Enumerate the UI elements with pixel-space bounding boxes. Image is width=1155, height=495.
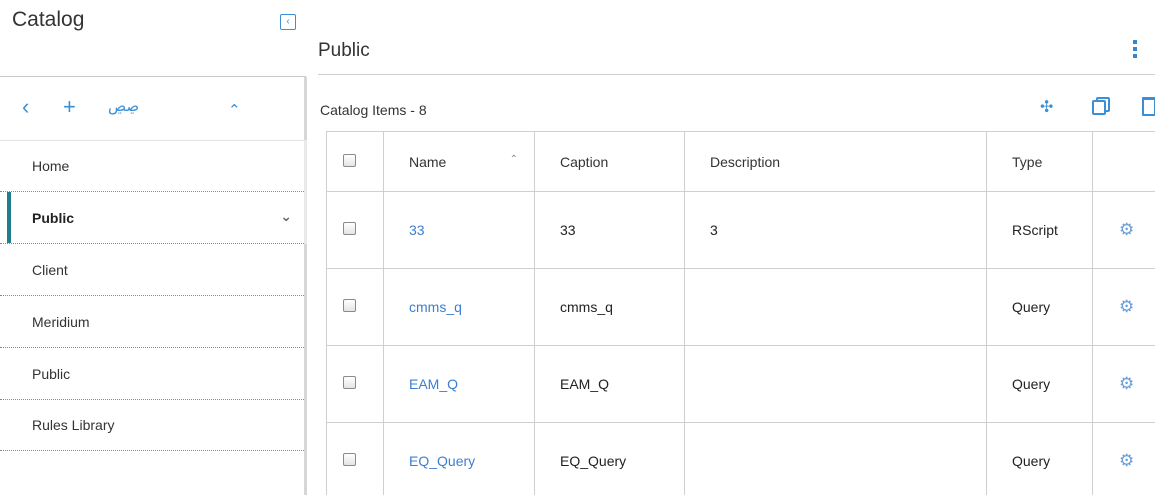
move-icon[interactable]: ✣ [1040, 97, 1053, 117]
sidebar-item-label: Public [32, 209, 75, 226]
back-icon[interactable]: ‹ [22, 95, 29, 119]
header-type[interactable]: Type [986, 131, 1093, 192]
table-header-row: Name ⌃ Caption Description Type [326, 131, 1155, 192]
item-type: Query [986, 422, 1093, 495]
catalog-main: Public Catalog Items - 8 ✣ Name ⌃ Captio… [318, 0, 1155, 495]
sidebar-item-label: Client [32, 261, 68, 278]
header-description[interactable]: Description [684, 131, 987, 192]
sidebar-toolbar: ‹ + ڝڝ ⌃ [0, 77, 306, 140]
copy-icon[interactable] [1092, 97, 1110, 115]
more-vertical-icon[interactable] [1132, 40, 1138, 60]
sidebar-item-public[interactable]: Public [0, 347, 306, 399]
binoculars-icon[interactable]: ڝڝ [108, 95, 139, 119]
row-checkbox[interactable] [343, 453, 356, 466]
gear-icon[interactable]: ⚙ [1093, 220, 1134, 239]
item-caption: EQ_Query [534, 422, 685, 495]
catalog-sidebar: Catalog ‹ ‹ + ڝڝ ⌃ Home Public ⌄ Client … [0, 0, 307, 495]
sidebar-item-home[interactable]: Home [0, 140, 306, 191]
catalog-items-table: Name ⌃ Caption Description Type 33 33 3 … [326, 131, 1155, 495]
table-row: EAM_Q EAM_Q Query ⚙ [326, 345, 1155, 423]
title-divider [318, 74, 1155, 75]
delete-icon[interactable] [1142, 97, 1155, 116]
header-caption[interactable]: Caption [534, 131, 685, 192]
header-name[interactable]: Name ⌃ [383, 131, 535, 192]
add-icon[interactable]: + [63, 95, 76, 119]
item-type: RScript [986, 191, 1093, 269]
sidebar-item-label: Meridium [32, 313, 90, 330]
item-name-link[interactable]: cmms_q [409, 299, 462, 315]
catalog-items-count: Catalog Items - 8 [320, 102, 427, 118]
sidebar-item-client[interactable]: Client [0, 243, 306, 295]
item-name-link[interactable]: 33 [409, 222, 425, 238]
collapse-panel-icon[interactable]: ‹ [280, 14, 296, 30]
select-all-checkbox[interactable] [343, 153, 356, 167]
sidebar-item-meridium[interactable]: Meridium [0, 295, 306, 347]
sidebar-item-label: Home [32, 158, 70, 174]
item-description [684, 345, 987, 423]
chevron-down-icon[interactable]: ⌄ [280, 208, 292, 225]
gear-icon[interactable]: ⚙ [1093, 297, 1134, 316]
sidebar-item-label: Public [32, 365, 71, 382]
item-description: 3 [684, 191, 987, 269]
item-caption: 33 [534, 191, 685, 269]
item-description [684, 268, 987, 346]
sidebar-item-public-active[interactable]: Public ⌄ [0, 191, 306, 243]
item-caption: cmms_q [534, 268, 685, 346]
gear-icon[interactable]: ⚙ [1093, 374, 1134, 393]
item-description [684, 422, 987, 495]
item-type: Query [986, 345, 1093, 423]
item-caption: EAM_Q [534, 345, 685, 423]
row-checkbox[interactable] [343, 299, 356, 312]
header-select-all[interactable] [326, 131, 384, 192]
item-type: Query [986, 268, 1093, 346]
table-row: cmms_q cmms_q Query ⚙ [326, 268, 1155, 346]
row-checkbox[interactable] [343, 222, 356, 235]
table-row: EQ_Query EQ_Query Query ⚙ [326, 422, 1155, 495]
header-actions [1092, 131, 1155, 192]
sidebar-item-label: Rules Library [32, 417, 115, 433]
sort-ascending-icon[interactable]: ⌃ [510, 154, 518, 165]
item-name-link[interactable]: EQ_Query [409, 453, 475, 469]
item-name-link[interactable]: EAM_Q [409, 376, 458, 392]
header-name-label: Name [409, 153, 447, 170]
sidebar-item-rules-library[interactable]: Rules Library [0, 399, 306, 451]
sidebar-list: Home Public ⌄ Client Meridium Public Rul… [0, 140, 306, 451]
chevron-up-icon[interactable]: ⌃ [228, 99, 241, 123]
sidebar-title: Catalog [12, 8, 85, 31]
page-title: Public [318, 40, 370, 61]
table-row: 33 33 3 RScript ⚙ [326, 191, 1155, 269]
row-checkbox[interactable] [343, 376, 356, 389]
gear-icon[interactable]: ⚙ [1093, 451, 1134, 470]
sidebar-scrollbar-thumb[interactable] [304, 140, 307, 244]
